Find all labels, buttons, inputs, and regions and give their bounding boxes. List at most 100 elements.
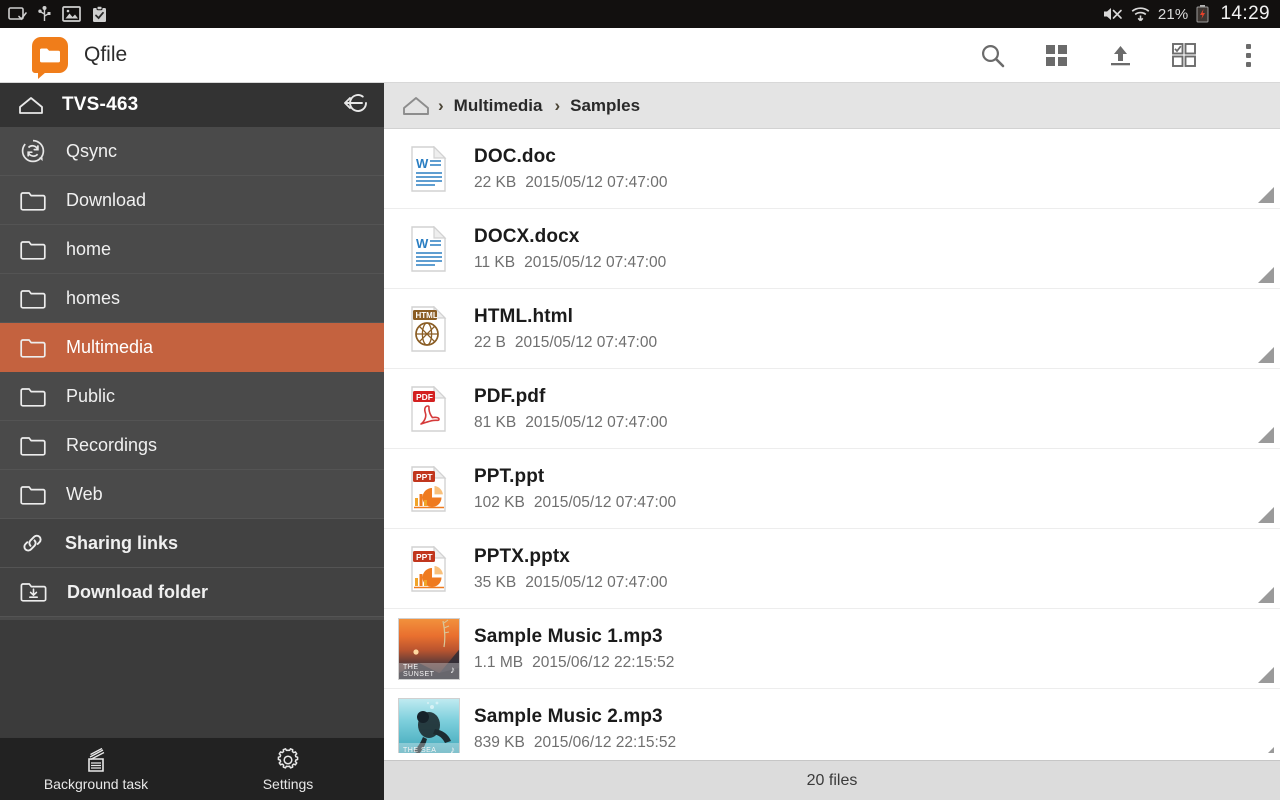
file-size: 35 KB xyxy=(474,573,517,591)
file-list[interactable]: W DOC.doc 22 KB 2015/05/12 07:47:00 W DOCX.do… xyxy=(384,129,1280,753)
status-bar-right-icons: 21% 14:29 xyxy=(1102,3,1270,25)
android-status-bar: 21% 14:29 xyxy=(0,0,1280,28)
sidebar-item-multimedia[interactable]: Multimedia xyxy=(0,323,384,372)
file-type-icon: THE SEA ♪ xyxy=(398,697,460,753)
file-type-icon: PDF xyxy=(398,385,460,432)
sidebar-item-label: homes xyxy=(66,287,121,308)
file-type-icon: PPT xyxy=(398,545,460,592)
album-label: THE SUNSET ♪ xyxy=(399,662,459,679)
file-meta: DOC.doc 22 KB 2015/05/12 07:47:00 xyxy=(474,146,667,192)
word-doc-icon: W xyxy=(411,225,447,272)
row-expand-indicator[interactable] xyxy=(1258,587,1274,603)
svg-text:W: W xyxy=(416,156,429,171)
file-name: HTML.html xyxy=(474,305,574,327)
file-info: 102 KB 2015/05/12 07:47:00 xyxy=(474,494,676,512)
file-size: 22 KB xyxy=(474,173,517,191)
file-count-label: 20 files xyxy=(806,771,858,789)
settings-button[interactable]: Settings xyxy=(192,738,384,800)
folder-icon xyxy=(20,485,46,505)
file-info: 22 B 2015/05/12 07:47:00 xyxy=(474,334,657,352)
album-art-sunset: THE SUNSET ♪ xyxy=(398,617,460,680)
svg-text:PDF: PDF xyxy=(416,391,433,401)
upload-icon[interactable] xyxy=(1088,28,1152,83)
select-mode-icon[interactable] xyxy=(1152,28,1216,83)
sidebar-empty-area xyxy=(0,620,384,737)
table-row[interactable]: THE SEA ♪ Sample Music 2.mp3 839 KB 2015/06/… xyxy=(384,689,1280,753)
row-expand-indicator[interactable] xyxy=(1258,507,1274,523)
sidebar-item-sharing-links[interactable]: Sharing links xyxy=(0,519,384,568)
folder-icon xyxy=(20,338,46,358)
file-size: 1.1 MB xyxy=(474,653,524,671)
file-type-icon: THE SUNSET ♪ xyxy=(398,617,460,680)
breadcrumb-item-samples[interactable]: Samples xyxy=(570,96,640,116)
home-icon xyxy=(19,97,43,114)
svg-text:HTML: HTML xyxy=(416,311,438,320)
file-size: 839 KB xyxy=(474,733,525,751)
powerpoint-file-icon: PPT xyxy=(411,465,447,512)
app-screen: 21% 14:29 Qfile TVS-463 Qsync Download h… xyxy=(0,0,1280,800)
svg-text:PPT: PPT xyxy=(416,551,433,561)
sidebar-item-download[interactable]: Download xyxy=(0,176,384,225)
background-task-button[interactable]: Background task xyxy=(0,738,192,800)
breadcrumb: › Multimedia › Samples xyxy=(384,83,1280,129)
file-info: 1.1 MB 2015/06/12 22:15:52 xyxy=(474,654,674,672)
battery-percent-label: 21% xyxy=(1157,5,1189,23)
file-meta: PDF.pdf 81 KB 2015/05/12 07:47:00 xyxy=(474,386,667,432)
file-type-icon: W xyxy=(398,225,460,272)
row-expand-indicator[interactable] xyxy=(1258,427,1274,443)
table-row[interactable]: PDF PDF.pdf 81 KB 2015/05/12 07:47:00 xyxy=(384,369,1280,449)
status-bar-clock: 14:29 xyxy=(1220,3,1270,24)
sidebar-item-qsync[interactable]: Qsync xyxy=(0,127,384,176)
sidebar-item-recordings[interactable]: Recordings xyxy=(0,421,384,470)
background-task-icon xyxy=(88,747,105,772)
folder-icon xyxy=(20,436,46,456)
app-bar: Qfile xyxy=(0,28,1280,83)
row-expand-indicator[interactable] xyxy=(1258,347,1274,363)
file-name: Sample Music 2.mp3 xyxy=(474,705,663,727)
content-pane: › Multimedia › Samples W DOC.doc 22 KB 2015/05… xyxy=(384,83,1280,800)
overflow-menu-icon[interactable] xyxy=(1216,28,1280,83)
qsync-icon xyxy=(21,139,45,163)
sidebar-item-public[interactable]: Public xyxy=(0,372,384,421)
sidebar-item-home[interactable]: home xyxy=(0,225,384,274)
breadcrumb-separator: › xyxy=(554,95,561,115)
sidebar-item-label: Recordings xyxy=(66,434,158,455)
sidebar-item-web[interactable]: Web xyxy=(0,470,384,519)
table-row[interactable]: PPT PPTX.pptx 35 KB 2015/05/12 07:47:00 xyxy=(384,529,1280,609)
table-row[interactable]: PPT PPT.ppt 102 KB 2015/05/12 07:47:00 xyxy=(384,449,1280,529)
table-row[interactable]: W DOCX.docx 11 KB 2015/05/12 07:47:00 xyxy=(384,209,1280,289)
file-size: 22 B xyxy=(474,333,506,351)
breadcrumb-item-multimedia[interactable]: Multimedia xyxy=(454,96,543,116)
qfile-logo-icon xyxy=(32,37,68,79)
grid-view-icon[interactable] xyxy=(1024,28,1088,83)
music-note-icon: ♪ xyxy=(450,745,455,753)
album-label: THE SEA ♪ xyxy=(399,742,459,753)
sidebar-item-homes[interactable]: homes xyxy=(0,274,384,323)
logout-icon[interactable] xyxy=(340,92,368,119)
download-folder-icon xyxy=(20,583,47,602)
home-outline-icon[interactable] xyxy=(402,95,430,117)
file-name: Sample Music 1.mp3 xyxy=(474,625,663,647)
row-expand-indicator[interactable] xyxy=(1258,267,1274,283)
sidebar-header[interactable]: TVS-463 xyxy=(0,83,384,127)
album-title: THE SEA xyxy=(403,747,437,753)
table-row[interactable]: HTML HTML.html 22 B 2015/05/12 07:47:00 xyxy=(384,289,1280,369)
table-row[interactable]: THE SUNSET ♪ Sample Music 1.mp3 1.1 MB 2015/… xyxy=(384,609,1280,689)
row-expand-indicator[interactable] xyxy=(1258,747,1274,753)
file-size: 11 KB xyxy=(474,253,516,271)
folder-icon xyxy=(20,289,46,309)
sidebar: TVS-463 Qsync Download home homes Multimedia… xyxy=(0,83,384,800)
sidebar-item-download-folder[interactable]: Download folder xyxy=(0,568,384,617)
row-expand-indicator[interactable] xyxy=(1258,667,1274,683)
sidebar-hostname: TVS-463 xyxy=(62,94,139,115)
folder-icon xyxy=(20,240,46,260)
table-row[interactable]: W DOC.doc 22 KB 2015/05/12 07:47:00 xyxy=(384,129,1280,209)
word-doc-icon: W xyxy=(411,145,447,192)
file-info: 11 KB 2015/05/12 07:47:00 xyxy=(474,254,666,272)
search-icon[interactable] xyxy=(960,28,1024,83)
row-expand-indicator[interactable] xyxy=(1258,187,1274,203)
file-name: DOCX.docx xyxy=(474,225,580,247)
file-info: 81 KB 2015/05/12 07:47:00 xyxy=(474,414,667,432)
clipboard-check-icon xyxy=(93,5,106,22)
file-meta: PPT.ppt 102 KB 2015/05/12 07:47:00 xyxy=(474,466,676,512)
